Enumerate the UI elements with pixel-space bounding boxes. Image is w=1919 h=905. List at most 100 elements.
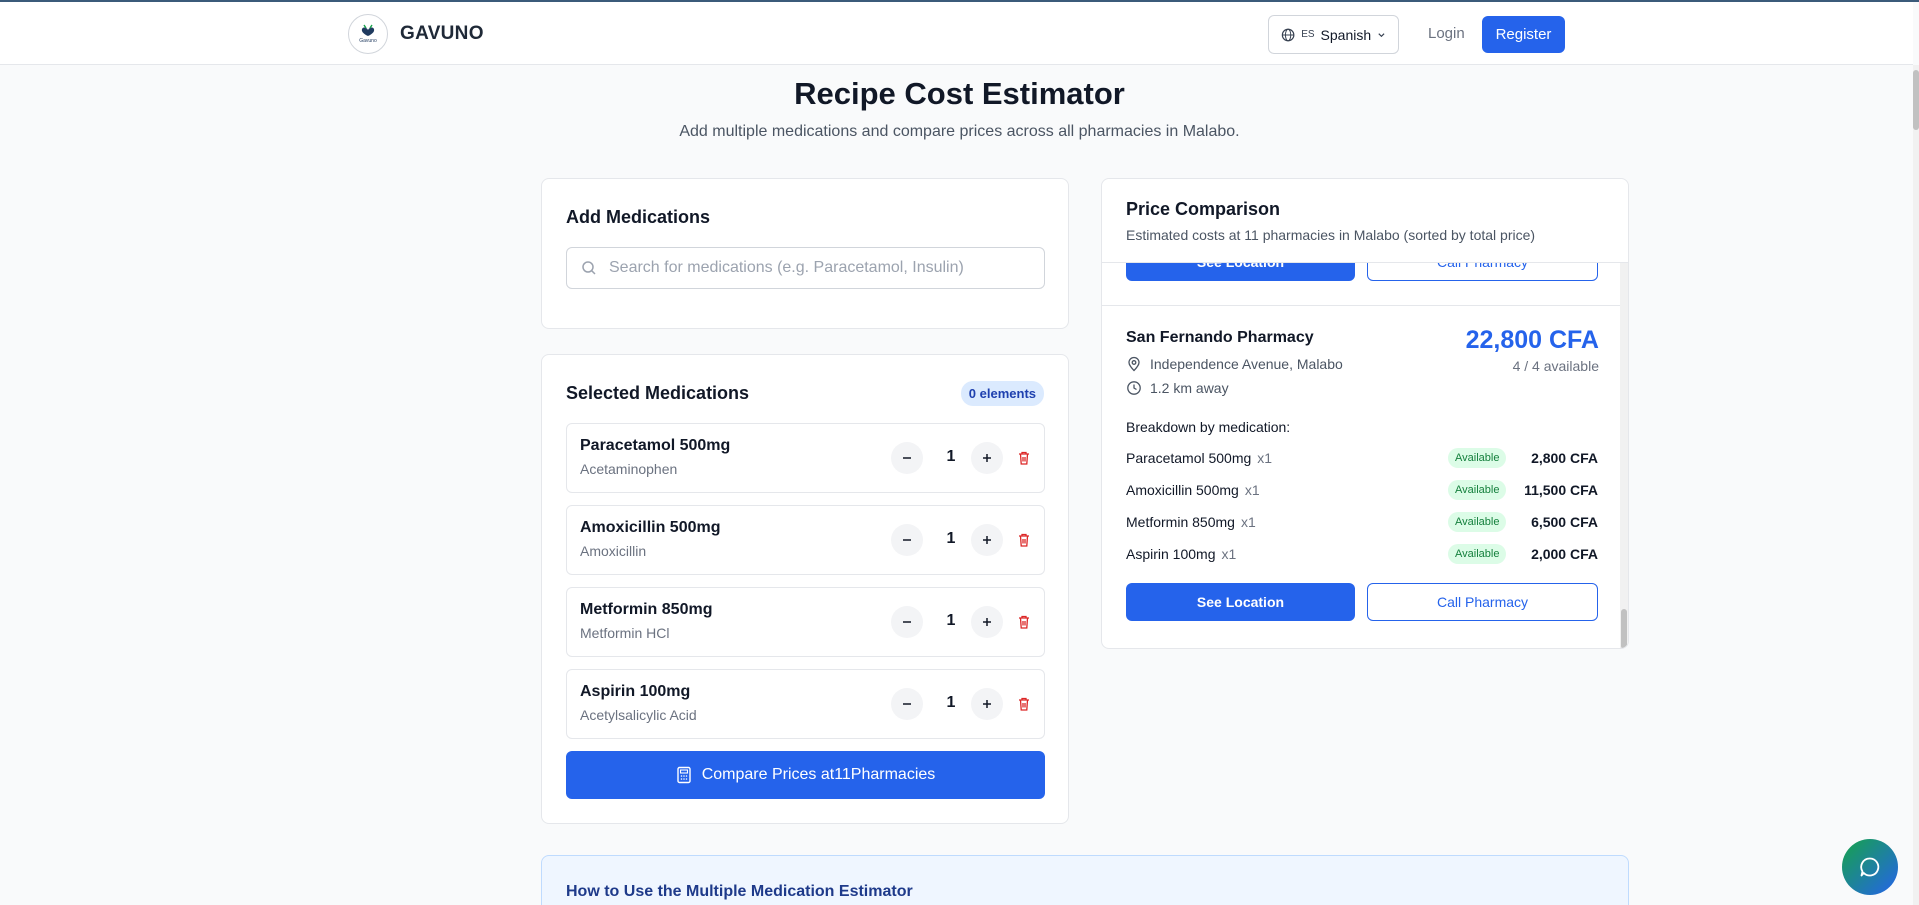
- breakdown-medication: Amoxicillin 500mg x1: [1126, 482, 1260, 498]
- breakdown-medication: Paracetamol 500mg x1: [1126, 450, 1273, 466]
- breakdown-price: 2,000 CFA: [1531, 546, 1598, 562]
- see-location-button[interactable]: See Location: [1126, 263, 1355, 281]
- medication-name: Aspirin 100mg: [580, 683, 691, 700]
- pharmacy-distance: 1.2 km away: [1126, 380, 1229, 396]
- see-location-button[interactable]: See Location: [1126, 583, 1355, 621]
- decrease-quantity-button[interactable]: [891, 442, 923, 474]
- trash-icon[interactable]: [1016, 450, 1032, 466]
- trash-icon[interactable]: [1016, 614, 1032, 630]
- list-scrollbar[interactable]: [1620, 263, 1628, 648]
- breakdown-medication: Metformin 850mg x1: [1126, 514, 1256, 530]
- plus-icon: [983, 454, 991, 462]
- language-code: ES: [1301, 29, 1315, 40]
- minus-icon: [903, 539, 911, 541]
- logo-heart-icon: Gavuno: [359, 24, 377, 44]
- brand-logo: Gavuno: [348, 14, 388, 54]
- price-comparison-header: Price Comparison Estimated costs at 11 p…: [1102, 179, 1628, 263]
- chevron-down-icon: [1378, 32, 1385, 37]
- decrease-quantity-button[interactable]: [891, 524, 923, 556]
- quantity-value: 1: [946, 694, 956, 711]
- page-subtitle: Add multiple medications and compare pri…: [679, 123, 1240, 140]
- plus-icon: [983, 536, 991, 544]
- add-medications-heading: Add Medications: [566, 207, 711, 227]
- quantity-value: 1: [946, 530, 956, 547]
- breakdown-label: Breakdown by medication:: [1126, 419, 1291, 435]
- howto-section: How to Use the Multiple Medication Estim…: [541, 855, 1629, 905]
- calculator-icon: [677, 766, 691, 784]
- call-pharmacy-button[interactable]: Call Pharmacy: [1367, 263, 1598, 281]
- login-link[interactable]: Login: [1428, 25, 1465, 42]
- minus-icon: [903, 621, 911, 623]
- medication-generic: Acetaminophen: [580, 461, 678, 477]
- selected-medications-heading: Selected Medications: [566, 383, 750, 403]
- minus-icon: [903, 457, 911, 459]
- breakdown-price: 11,500 CFA: [1524, 482, 1598, 498]
- medication-item: Aspirin 100mg Acetylsalicylic Acid 1: [566, 669, 1045, 739]
- breakdown-medication: Aspirin 100mg x1: [1126, 546, 1237, 562]
- page-title: Recipe Cost Estimator: [794, 76, 1125, 111]
- list-scrollbar-thumb[interactable]: [1621, 609, 1627, 648]
- site-header: Gavuno GAVUNO ES Spanish Login Register: [0, 2, 1913, 65]
- medication-generic: Amoxicillin: [580, 543, 647, 559]
- price-comparison-list[interactable]: See Location Call Pharmacy San Fernando …: [1102, 263, 1628, 648]
- pharmacy-name: San Fernando Pharmacy: [1126, 329, 1314, 346]
- increase-quantity-button[interactable]: [971, 606, 1003, 638]
- breakdown-row: Amoxicillin 500mg x1 Available 11,500 CFA: [1126, 478, 1598, 502]
- breakdown-row: Paracetamol 500mg x1 Available 2,800 CFA: [1126, 446, 1598, 470]
- price-comparison-heading: Price Comparison: [1126, 199, 1281, 219]
- chat-button[interactable]: [1842, 839, 1898, 895]
- medication-name: Paracetamol 500mg: [580, 437, 731, 454]
- medication-item: Amoxicillin 500mg Amoxicillin 1: [566, 505, 1045, 575]
- pharmacy-address-text: Independence Avenue, Malabo: [1150, 356, 1343, 372]
- availability-badge: Available: [1448, 480, 1507, 500]
- divider: [1102, 305, 1622, 306]
- language-selector[interactable]: ES Spanish: [1268, 15, 1399, 54]
- chat-icon: [1860, 857, 1880, 877]
- decrease-quantity-button[interactable]: [891, 606, 923, 638]
- brand-name: GAVUNO: [400, 23, 484, 44]
- call-pharmacy-button[interactable]: Call Pharmacy: [1367, 583, 1598, 621]
- pharmacy-address: Independence Avenue, Malabo: [1126, 356, 1343, 372]
- howto-title: How to Use the Multiple Medication Estim…: [566, 883, 913, 900]
- price-comparison-subtitle: Estimated costs at 11 pharmacies in Mala…: [1126, 227, 1536, 243]
- breakdown-row: Aspirin 100mg x1 Available 2,000 CFA: [1126, 542, 1598, 566]
- breakdown-price: 6,500 CFA: [1531, 514, 1598, 530]
- increase-quantity-button[interactable]: [971, 442, 1003, 474]
- clock-icon: [1127, 381, 1141, 395]
- breakdown-price: 2,800 CFA: [1531, 450, 1598, 466]
- language-label: Spanish: [1320, 26, 1372, 43]
- medication-name: Amoxicillin 500mg: [580, 519, 721, 536]
- selected-medications-card: Selected Medications 0 elements Paraceta…: [541, 354, 1069, 824]
- brand-link[interactable]: Gavuno GAVUNO: [348, 14, 484, 54]
- register-button[interactable]: Register: [1482, 16, 1565, 53]
- medication-name: Metformin 850mg: [580, 601, 713, 618]
- medication-generic: Acetylsalicylic Acid: [580, 707, 697, 723]
- globe-icon: [1281, 28, 1295, 41]
- increase-quantity-button[interactable]: [971, 524, 1003, 556]
- medication-item: Paracetamol 500mg Acetaminophen 1: [566, 423, 1045, 493]
- availability-badge: Available: [1448, 544, 1507, 564]
- plus-icon: [983, 700, 991, 708]
- add-medications-card: Add Medications: [541, 178, 1069, 329]
- price-comparison-card: See Location Call Pharmacy San Fernando …: [1101, 178, 1629, 649]
- minus-icon: [903, 703, 911, 705]
- medication-item: Metformin 850mg Metformin HCl 1: [566, 587, 1045, 657]
- trash-icon[interactable]: [1016, 696, 1032, 712]
- availability-badge: Available: [1448, 512, 1507, 532]
- search-input[interactable]: [609, 259, 1029, 277]
- compare-prices-button[interactable]: Compare Prices at11Pharmacies: [566, 751, 1045, 799]
- decrease-quantity-button[interactable]: [891, 688, 923, 720]
- breakdown-row: Metformin 850mg x1 Available 6,500 CFA: [1126, 510, 1598, 534]
- quantity-value: 1: [946, 448, 956, 465]
- quantity-value: 1: [946, 612, 956, 629]
- search-box[interactable]: [566, 247, 1045, 289]
- trash-icon[interactable]: [1016, 532, 1032, 548]
- map-pin-icon: [1128, 356, 1140, 372]
- medication-count-badge: 0 elements: [960, 381, 1044, 406]
- pharmacy-distance-text: 1.2 km away: [1150, 380, 1229, 396]
- plus-icon: [983, 618, 991, 626]
- increase-quantity-button[interactable]: [971, 688, 1003, 720]
- page-scrollbar[interactable]: [1913, 65, 1919, 905]
- logo-text: Gavuno: [359, 38, 377, 44]
- medication-generic: Metformin HCl: [580, 625, 670, 641]
